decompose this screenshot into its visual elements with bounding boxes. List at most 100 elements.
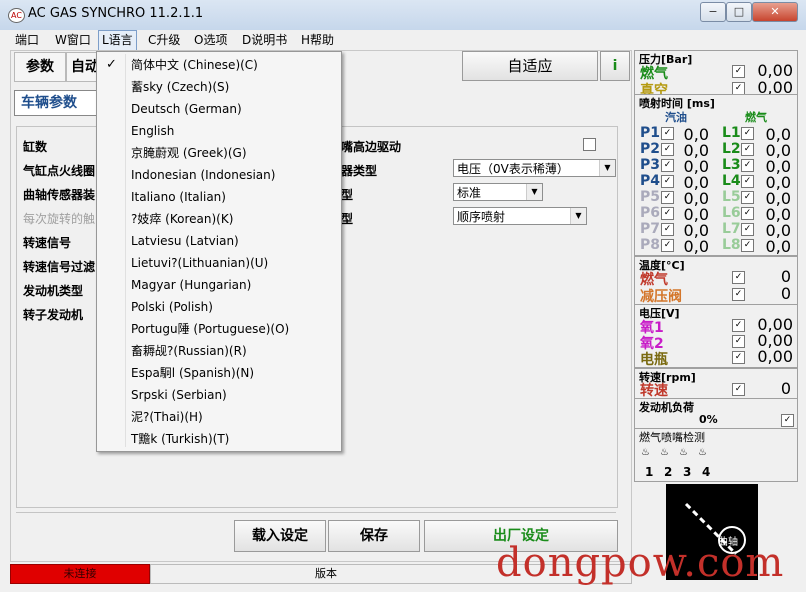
rpm-label: 转速 [640, 383, 668, 399]
language-label: Polski (Polish) [131, 300, 213, 314]
petrol-channel-label: P5 [640, 189, 661, 205]
window-title: AC GAS SYNCHRO 11.2.1.1 [28, 6, 204, 21]
tab-parameters[interactable]: 参数 [14, 52, 66, 82]
menu-window[interactable]: W窗口 [52, 31, 94, 50]
language-menu-item[interactable]: ?妓瘁 (Korean)(K) [97, 208, 341, 230]
chevron-down-icon: ▼ [526, 184, 542, 200]
language-label: Italiano (Italian) [131, 190, 226, 204]
language-menu: ✓ 简体中文 (Chinese)(C) 蓄sky (Czech)(S) Deutsch… [96, 51, 342, 452]
language-label: 畜耨觇?(Russian)(R) [131, 344, 247, 358]
divider [16, 512, 616, 513]
minimize-button[interactable]: − [700, 2, 726, 22]
type-select[interactable]: 标准 ▼ [453, 183, 543, 201]
petrol-channel-label: P4 [640, 173, 661, 189]
menu-port[interactable]: 端口 [12, 31, 42, 50]
language-label: 简体中文 (Chinese)(C) [131, 58, 258, 72]
language-label: 泥?(Thai)(H) [131, 410, 203, 424]
language-label: 蓄sky (Czech)(S) [131, 80, 230, 94]
close-button[interactable]: ✕ [752, 2, 798, 22]
chevron-down-icon: ▼ [570, 208, 586, 224]
select-value: 标准 [457, 186, 482, 200]
gas-channel-label: L6 [722, 205, 741, 221]
injector-icon[interactable]: ♨ [660, 447, 669, 458]
param-label: 器类型 [341, 164, 378, 178]
sensor-type-select[interactable]: 电压（0V表示稀薄） ▼ [453, 159, 616, 177]
injector-test-title: 燃气喷嘴检测 [639, 431, 705, 444]
param-label: 转速信号过滤 [23, 260, 96, 274]
battery-label: 电瓶 [640, 352, 668, 368]
select-value: 顺序喷射 [457, 210, 506, 224]
tab-vehicle-params[interactable]: 车辆参数 [14, 90, 104, 116]
load-settings-button[interactable]: 载入设定 [234, 520, 326, 552]
language-menu-item[interactable]: Magyar (Hungarian) [97, 274, 341, 296]
injection-type-select[interactable]: 顺序喷射 ▼ [453, 207, 587, 225]
language-label: Magyar (Hungarian) [131, 278, 252, 292]
language-menu-item[interactable]: Srpski (Serbian) [97, 384, 341, 406]
petrol-channel-label: P1 [640, 125, 661, 141]
language-menu-item[interactable]: Italiano (Italian) [97, 186, 341, 208]
language-menu-item[interactable]: Polski (Polish) [97, 296, 341, 318]
gas-channel-label: L7 [722, 221, 741, 237]
language-label: Deutsch (German) [131, 102, 242, 116]
temperature-box: 温度[°C] 燃气 ✓ 0 减压阀 ✓ 0 [634, 256, 798, 306]
gas-channel-label: L3 [722, 157, 741, 173]
language-label: Lietuvi?(Lithuanian)(U) [131, 256, 269, 270]
language-menu-item[interactable]: ✓ 简体中文 (Chinese)(C) [97, 54, 341, 76]
menu-upgrade[interactable]: C升级 [145, 31, 183, 50]
language-label: T黵k (Turkish)(T) [131, 432, 230, 446]
gas-pressure-checkbox[interactable]: ✓ [732, 65, 745, 78]
engine-load-checkbox[interactable]: ✓ [781, 414, 794, 427]
reducer-temp-checkbox[interactable]: ✓ [732, 288, 745, 301]
language-menu-item[interactable]: Portugu陲 (Portuguese)(O) [97, 318, 341, 340]
language-menu-item[interactable]: 蓄sky (Czech)(S) [97, 76, 341, 98]
injector-test-box: 燃气喷嘴检测 ♨ ♨ ♨ ♨ 1 2 3 4 [634, 428, 798, 482]
rpm-checkbox[interactable]: ✓ [732, 383, 745, 396]
gas-channel-label: L1 [722, 125, 741, 141]
language-menu-item[interactable]: 京腌蔚观 (Greek)(G) [97, 142, 341, 164]
language-label: ?妓瘁 (Korean)(K) [131, 212, 234, 226]
language-label: Espa駉l (Spanish)(N) [131, 366, 255, 380]
injector-icon[interactable]: ♨ [679, 447, 688, 458]
language-menu-item[interactable]: Lietuvi?(Lithuanian)(U) [97, 252, 341, 274]
gas-temp-checkbox[interactable]: ✓ [732, 271, 745, 284]
menu-manual[interactable]: D说明书 [239, 31, 290, 50]
reducer-temp-label: 减压阀 [640, 289, 682, 305]
language-menu-item[interactable]: Indonesian (Indonesian) [97, 164, 341, 186]
language-menu-item[interactable]: Espa駉l (Spanish)(N) [97, 362, 341, 384]
petrol-channel-label: P7 [640, 221, 661, 237]
language-menu-item[interactable]: 泥?(Thai)(H) [97, 406, 341, 428]
language-menu-item[interactable]: T黵k (Turkish)(T) [97, 428, 341, 450]
petrol-column-label: 汽油 [665, 111, 687, 124]
language-label: Latviesu (Latvian) [131, 234, 239, 248]
injector-icons: ♨ ♨ ♨ ♨ [641, 447, 717, 461]
language-menu-item[interactable]: Deutsch (German) [97, 98, 341, 120]
injector-icon[interactable]: ♨ [641, 447, 650, 458]
watermark: dongpow.com [496, 540, 785, 586]
language-menu-item[interactable]: Latviesu (Latvian) [97, 230, 341, 252]
param-label: 型 [341, 212, 354, 226]
petrol-channel-label: P3 [640, 157, 661, 173]
param-label: 缸数 [23, 140, 48, 154]
o2-1-checkbox[interactable]: ✓ [732, 319, 745, 332]
gas-channel-label: L2 [722, 141, 741, 157]
o2-2-checkbox[interactable]: ✓ [732, 335, 745, 348]
battery-checkbox[interactable]: ✓ [732, 351, 745, 364]
injector-number: 2 [664, 465, 673, 479]
param-label: 嘴高边驱动 [341, 140, 402, 154]
menu-help[interactable]: H帮助 [298, 31, 337, 50]
menu-language[interactable]: L语言 [98, 30, 137, 51]
language-menu-item[interactable]: 畜耨觇?(Russian)(R) [97, 340, 341, 362]
battery-value: 0,00 [757, 347, 793, 366]
high-side-drive-checkbox[interactable] [583, 138, 596, 151]
adaptive-button[interactable]: 自适应 [462, 51, 598, 81]
save-button[interactable]: 保存 [328, 520, 420, 552]
info-icon[interactable]: ⅰ [600, 51, 630, 81]
rpm-box: 转速[rpm] 转速 ✓ 0 [634, 368, 798, 400]
param-label-disabled: 每次旋转的触 [23, 212, 96, 226]
maximize-button[interactable]: □ [726, 2, 752, 22]
menu-options[interactable]: O选项 [191, 31, 230, 50]
param-label: 发动机类型 [23, 284, 84, 298]
injector-icon[interactable]: ♨ [698, 447, 707, 458]
language-label: Portugu陲 (Portuguese)(O) [131, 322, 290, 336]
language-menu-item[interactable]: English [97, 120, 341, 142]
